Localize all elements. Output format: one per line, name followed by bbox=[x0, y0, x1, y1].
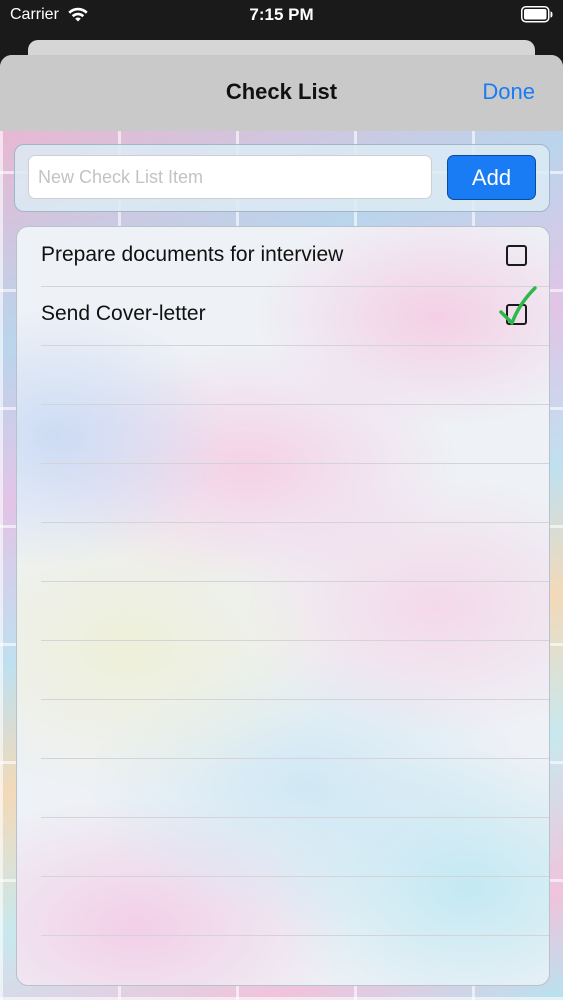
list-item-label: Send Cover-letter bbox=[41, 302, 206, 325]
nav-bar: Check List Done bbox=[0, 55, 563, 131]
list-item[interactable]: Send Cover-letter bbox=[41, 286, 549, 346]
checklist-sheet: Check List Done Add Prepare documents fo… bbox=[0, 55, 563, 1000]
battery-icon bbox=[521, 6, 553, 23]
list-item[interactable]: Prepare documents for interview bbox=[41, 227, 549, 287]
done-button[interactable]: Done bbox=[482, 79, 535, 105]
checklist-table: Prepare documents for interview Send Cov… bbox=[16, 226, 550, 986]
empty-row bbox=[41, 817, 549, 877]
checkbox[interactable] bbox=[506, 245, 527, 266]
empty-row bbox=[41, 522, 549, 582]
new-item-input[interactable] bbox=[28, 155, 432, 199]
empty-row bbox=[41, 758, 549, 818]
checkmark-icon bbox=[499, 286, 537, 325]
empty-row bbox=[41, 581, 549, 641]
empty-row bbox=[41, 345, 549, 405]
list-item-label: Prepare documents for interview bbox=[41, 243, 344, 266]
page-title: Check List bbox=[225, 79, 338, 104]
empty-row bbox=[41, 463, 549, 523]
add-button[interactable]: Add bbox=[447, 155, 536, 200]
empty-row bbox=[41, 699, 549, 759]
new-item-panel: Add bbox=[14, 144, 550, 212]
empty-row bbox=[41, 640, 549, 700]
status-bar: Carrier 7:15 PM bbox=[0, 0, 563, 32]
empty-row bbox=[41, 876, 549, 936]
empty-row bbox=[41, 404, 549, 464]
clock: 7:15 PM bbox=[249, 5, 314, 24]
